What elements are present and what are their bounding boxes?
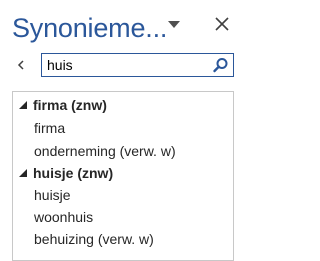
search-button[interactable] xyxy=(212,57,229,74)
group-label: huisje (znw) xyxy=(33,165,114,181)
group-label: firma (znw) xyxy=(33,97,107,113)
synonym-label: woonhuis xyxy=(34,209,94,225)
synonym-item[interactable]: behuizing (verw. w) xyxy=(13,228,233,250)
search-box xyxy=(41,53,234,77)
task-pane-header: Synonieme... xyxy=(0,0,250,54)
group-header-huisje[interactable]: huisje (znw) xyxy=(13,162,233,184)
synonym-label: firma xyxy=(34,120,66,136)
pane-title: Synonieme... xyxy=(12,13,168,43)
synonym-item[interactable]: huisje xyxy=(13,184,233,206)
collapse-arrow-icon[interactable] xyxy=(19,101,27,109)
back-button[interactable] xyxy=(12,54,32,76)
group-header-firma[interactable]: firma (znw) xyxy=(13,94,233,116)
collapse-arrow-icon[interactable] xyxy=(19,169,27,177)
synonym-results-list: firma (znw) firma onderneming (verw. w) … xyxy=(12,91,234,261)
synonym-item[interactable]: woonhuis xyxy=(13,206,233,228)
chevron-left-icon xyxy=(17,60,24,70)
synonym-item[interactable]: onderneming (verw. w) xyxy=(13,140,233,162)
pane-options-button[interactable] xyxy=(166,14,182,34)
close-pane-button[interactable] xyxy=(210,12,234,36)
synonym-item[interactable]: firma xyxy=(13,117,233,139)
search-icon xyxy=(213,58,228,73)
synonym-label: behuizing (verw. w) xyxy=(34,231,154,247)
synonym-label: onderneming (verw. w) xyxy=(34,143,176,159)
close-icon xyxy=(215,17,229,31)
synonym-label: huisje xyxy=(34,187,71,203)
search-input[interactable] xyxy=(47,56,207,74)
